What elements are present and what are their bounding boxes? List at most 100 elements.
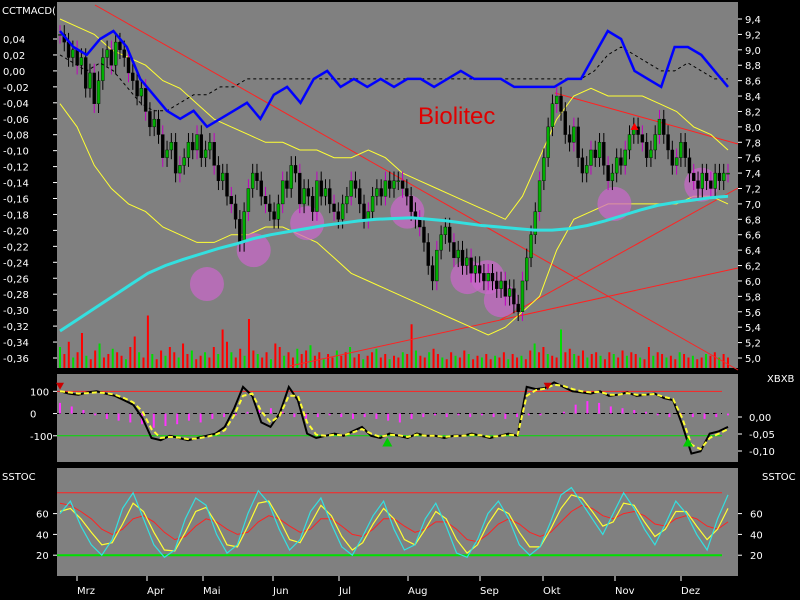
- volume-bar: [274, 343, 277, 368]
- candle-body: [173, 142, 178, 174]
- candle-body: [225, 172, 229, 197]
- candle-body: [666, 134, 670, 151]
- candle-body: [379, 188, 383, 197]
- volume-bar: [502, 352, 505, 368]
- candle-body: [366, 211, 371, 220]
- volume-bar: [401, 352, 404, 368]
- volume-bar: [283, 355, 286, 368]
- candle-body: [593, 149, 597, 158]
- candle-body: [96, 80, 101, 104]
- volume-bar: [458, 357, 461, 368]
- volume-bar: [247, 319, 250, 368]
- candle-body: [550, 103, 555, 128]
- volume-bar: [608, 352, 611, 368]
- volume-bar: [173, 352, 176, 368]
- candle-body: [430, 265, 435, 282]
- volume-bar: [133, 336, 136, 368]
- candle-body: [674, 157, 679, 166]
- candle-body: [670, 149, 675, 166]
- candle-body: [233, 203, 238, 220]
- candle-body: [375, 188, 379, 197]
- candle-body: [503, 280, 508, 297]
- candle-body: [310, 196, 315, 212]
- candle-body: [490, 273, 495, 282]
- volume-bar: [243, 355, 246, 368]
- candle-body: [212, 142, 216, 166]
- candle-body: [328, 188, 332, 205]
- stochastic-panel: [57, 468, 738, 576]
- volume-bar: [366, 355, 369, 368]
- price-right-tick-label: 7,2: [745, 185, 761, 196]
- candle-body: [195, 134, 199, 151]
- volume-bar: [546, 354, 549, 368]
- volume-bar: [76, 352, 79, 368]
- volume-bar: [234, 357, 237, 368]
- candle-body: [319, 180, 323, 197]
- volume-bar: [362, 359, 365, 368]
- highlight-circle: [189, 267, 224, 302]
- price-left-tick-label: -0,30: [3, 306, 29, 317]
- volume-bar: [625, 355, 628, 368]
- candle-body: [306, 188, 311, 197]
- price-panel: [57, 2, 738, 368]
- candle-body: [683, 142, 687, 158]
- candle-body: [242, 211, 246, 243]
- candle-body: [482, 273, 486, 282]
- candle-body: [640, 134, 645, 143]
- volume-bar: [678, 352, 681, 368]
- candle-body: [289, 165, 293, 189]
- volume-bar: [256, 354, 259, 368]
- candle-body: [293, 165, 298, 174]
- candle-body: [512, 288, 516, 305]
- volume-bar: [85, 355, 88, 368]
- volume-bar: [80, 333, 83, 368]
- volume-bar: [494, 355, 497, 368]
- volume-bar: [212, 347, 215, 368]
- candle-body: [572, 126, 576, 143]
- candle-body: [118, 41, 122, 51]
- volume-bar: [533, 343, 536, 368]
- volume-bar: [555, 357, 558, 368]
- candle-body: [692, 172, 696, 181]
- price-left-tick-label: -0,20: [3, 226, 29, 237]
- candle-body: [447, 226, 452, 243]
- candle-body: [268, 203, 272, 212]
- candle-body: [443, 226, 448, 235]
- candle-body: [349, 180, 353, 197]
- candle-body: [525, 257, 529, 282]
- price-right-tick-label: 7,4: [745, 169, 761, 180]
- volume-bar: [428, 352, 431, 368]
- volume-bar: [239, 348, 242, 368]
- volume-bar: [357, 354, 360, 368]
- price-right-tick-label: 8,4: [745, 92, 761, 103]
- volume-bar: [463, 350, 466, 368]
- volume-bar: [709, 355, 712, 368]
- price-right-tick-label: 5,0: [745, 354, 761, 365]
- volume-bar: [204, 352, 207, 368]
- volume-bar: [599, 355, 602, 368]
- volume-bar: [138, 352, 141, 368]
- volume-bar: [335, 350, 338, 368]
- candle-body: [323, 188, 328, 197]
- volume-bar: [261, 357, 264, 368]
- candle-body: [602, 142, 606, 166]
- candle-body: [221, 172, 225, 181]
- candle-body: [152, 118, 156, 128]
- candle-body: [439, 234, 443, 251]
- price-indicator-label: CCTMACD(: [2, 6, 56, 17]
- volume-bar: [226, 341, 228, 368]
- volume-bar: [278, 347, 281, 368]
- volume-bar: [160, 350, 163, 368]
- candle-body: [276, 203, 281, 220]
- volume-bar: [713, 352, 716, 368]
- cci-panel: [57, 374, 738, 462]
- volume-bar: [538, 352, 541, 368]
- candle-body: [567, 134, 572, 143]
- candle-body: [229, 196, 233, 205]
- volume-bar: [727, 357, 729, 368]
- volume-bar: [529, 350, 532, 368]
- price-left-tick-label: -0,04: [3, 99, 29, 110]
- candle-body: [71, 49, 75, 58]
- stoch-left-tick-label: 60: [36, 510, 49, 521]
- candle-body: [238, 219, 242, 243]
